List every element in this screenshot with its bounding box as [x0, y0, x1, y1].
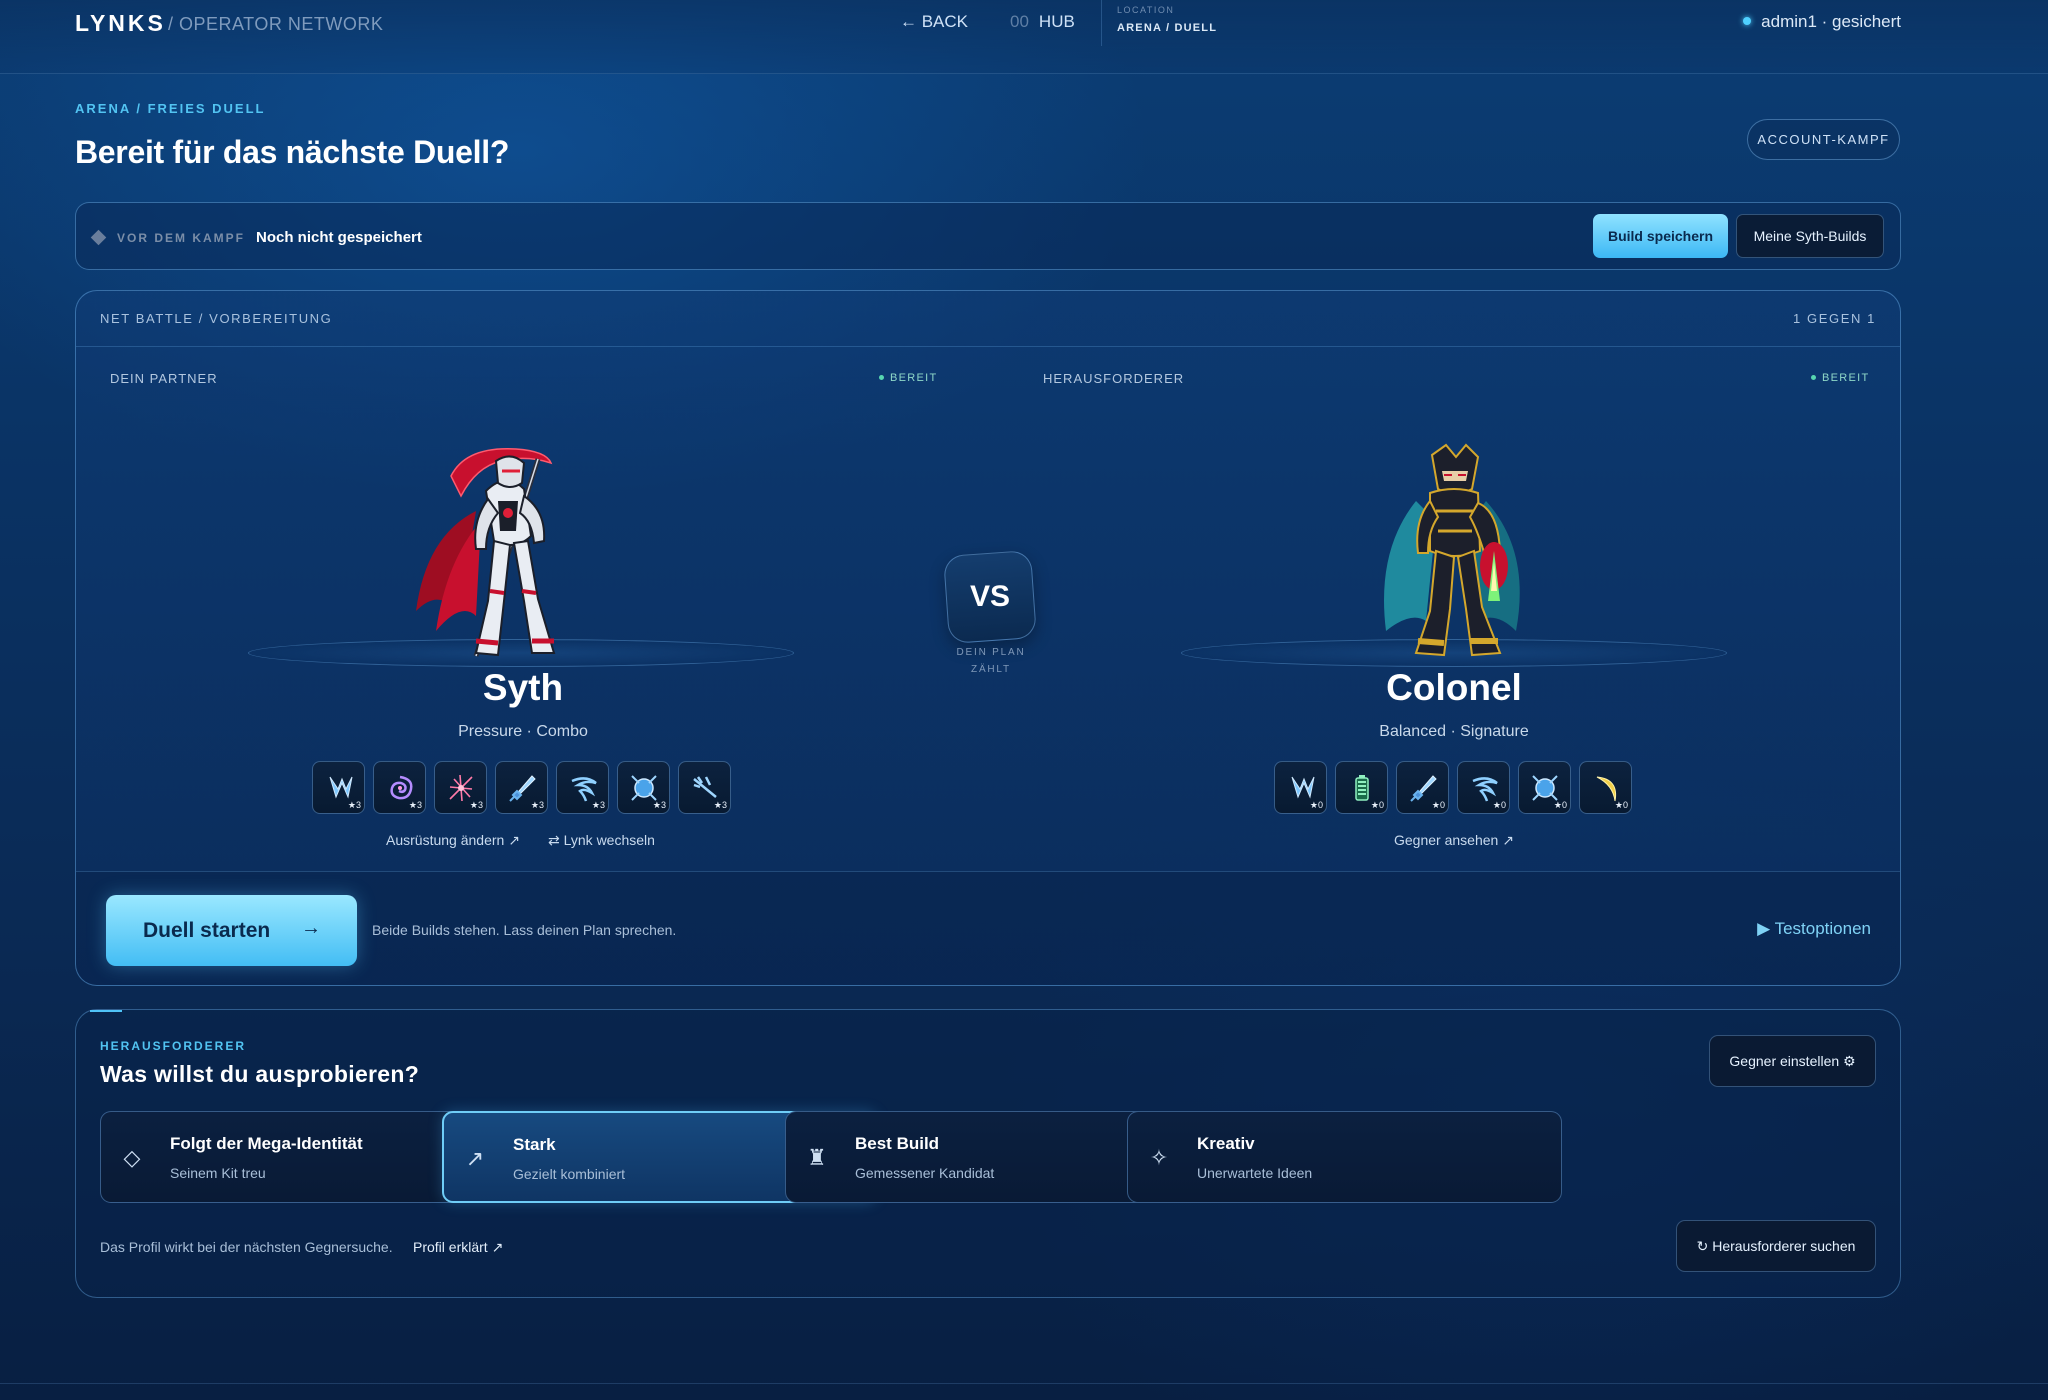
chip-star-level: ★3 [530, 800, 544, 810]
account-battle-button[interactable]: ACCOUNT-KAMPF [1747, 119, 1900, 160]
profile-hint: Das Profil wirkt bei der nächsten Gegner… [100, 1239, 393, 1255]
save-build-button[interactable]: Build speichern [1593, 214, 1728, 258]
challenger-chip[interactable]: ★0 [1274, 761, 1327, 814]
brand-logo[interactable]: LYNKS [75, 10, 166, 37]
profile-option-subtitle: Unerwartete Ideen [1197, 1165, 1313, 1181]
switch-lynk-link[interactable]: ⇄ Lynk wechseln [548, 832, 655, 849]
partner-name: Syth [482, 667, 564, 708]
panel-accent [90, 1010, 122, 1012]
vs-badge: VS [943, 550, 1037, 644]
online-dot-icon [1743, 16, 1752, 25]
chip-star-level: ★0 [1309, 800, 1323, 810]
breadcrumb: ARENA / FREIES DUELL [75, 101, 266, 116]
battle-panel: NET BATTLE / VORBEREITUNG 1 GEGEN 1 DEIN… [75, 290, 1901, 986]
arrow-right-icon: → [301, 917, 321, 939]
challenger-chip-list: ★0 ★0 ★0 ★0 ★0 ★0 [1274, 761, 1632, 814]
challenger-name: Colonel [1386, 667, 1522, 708]
pre-battle-label: VOR DEM KAMPF [117, 231, 245, 245]
start-duel-button[interactable]: Duell starten → [106, 895, 357, 966]
save-status: Noch nicht gespeichert [256, 229, 422, 246]
page-title: Bereit für das nächste Duell? [75, 134, 510, 170]
chip-star-level: ★0 [1553, 800, 1567, 810]
challenger-section-title: Was willst du ausprobieren? [100, 1061, 420, 1087]
partner-chip[interactable]: ★3 [617, 761, 670, 814]
challenger-chip[interactable]: ★0 [1457, 761, 1510, 814]
location-label: LOCATION [1117, 5, 1175, 15]
partner-chip[interactable]: ★3 [495, 761, 548, 814]
user-label: admin1 · gesichert [1761, 12, 1901, 31]
colonel-character-art[interactable] [1366, 441, 1546, 666]
chip-star-level: ★3 [713, 800, 727, 810]
vs-caption: DEIN PLAN ZÄHLT [956, 647, 1026, 675]
location-value: ARENA / DUELL [1117, 22, 1218, 34]
search-challenger-button[interactable]: ↻ Herausforderer suchen [1676, 1220, 1876, 1272]
partner-chip[interactable]: ★3 [556, 761, 609, 814]
brand-subtitle: / OPERATOR NETWORK [168, 14, 384, 34]
profile-option-subtitle: Seinem Kit treu [170, 1165, 266, 1181]
pre-battle-bar: VOR DEM KAMPF Noch nicht gespeichert Bui… [75, 202, 1901, 270]
hub-label: HUB [1038, 12, 1075, 31]
diamond-icon: ◇ [123, 1145, 141, 1170]
top-bar: LYNKS / OPERATOR NETWORK ← BACK 00 HUB LO… [0, 0, 2048, 74]
opponent-settings-button[interactable]: Gegner einstellen ⚙ [1709, 1035, 1876, 1087]
partner-ready-badge: BEREIT [879, 372, 938, 384]
challenger-chip[interactable]: ★0 [1518, 761, 1571, 814]
start-duel-label: Duell starten [143, 918, 271, 942]
syth-character-art[interactable] [406, 441, 606, 666]
change-equipment-link[interactable]: Ausrüstung ändern ↗ [386, 832, 520, 849]
challenger-section-label: HERAUSFORDERER [100, 1039, 247, 1053]
chip-star-level: ★0 [1614, 800, 1628, 810]
duel-hint: Beide Builds stehen. Lass deinen Plan sp… [372, 922, 677, 938]
my-builds-button[interactable]: Meine Syth-Builds [1736, 214, 1884, 258]
partner-chip[interactable]: ★3 [678, 761, 731, 814]
user-status[interactable]: admin1 · gesichert [1743, 12, 1901, 32]
page-bottom-divider [0, 1383, 2048, 1384]
profile-option-title: Folgt der Mega-Identität [170, 1134, 363, 1153]
profile-option-card[interactable]: ✧ Kreativ Unerwartete Ideen [1127, 1111, 1562, 1203]
partner-chip[interactable]: ★3 [312, 761, 365, 814]
challenger-panel: HERAUSFORDERER Was willst du ausprobiere… [75, 1009, 1901, 1298]
chip-star-level: ★3 [652, 800, 666, 810]
chip-star-level: ★3 [469, 800, 483, 810]
sparkle-icon: ✧ [1149, 1145, 1169, 1170]
challenger-chip[interactable]: ★0 [1335, 761, 1388, 814]
profile-option-title: Best Build [855, 1134, 940, 1153]
partner-chip[interactable]: ★3 [434, 761, 487, 814]
battle-mode: 1 GEGEN 1 [1792, 311, 1876, 326]
rook-icon: ♜ [807, 1145, 827, 1170]
challenger-label: HERAUSFORDERER [1043, 371, 1185, 386]
battle-panel-title: NET BATTLE / VORBEREITUNG [100, 311, 333, 326]
battle-footer: Duell starten → Beide Builds stehen. Las… [76, 871, 1900, 985]
challenger-ready-badge: BEREIT [1811, 372, 1870, 384]
chip-star-level: ★3 [408, 800, 422, 810]
challenger-tags: Balanced · Signature [1379, 723, 1529, 740]
chip-star-level: ★0 [1492, 800, 1506, 810]
arrow-up-right-icon: ↗ [465, 1146, 485, 1171]
profile-option-title: Kreativ [1197, 1134, 1255, 1153]
back-link[interactable]: ← BACK [900, 12, 968, 32]
diamond-icon [90, 229, 107, 246]
partner-chip[interactable]: ★3 [373, 761, 426, 814]
partner-chip-list: ★3 ★3 ★3 ★3 ★3 ★3 ★3 [312, 761, 731, 814]
profile-option-subtitle: Gezielt kombiniert [513, 1166, 626, 1182]
profile-explained-link[interactable]: Profil erklärt ↗ [413, 1239, 503, 1256]
battle-panel-header: NET BATTLE / VORBEREITUNG 1 GEGEN 1 [76, 291, 1900, 347]
challenger-chip[interactable]: ★0 [1396, 761, 1449, 814]
hub-link[interactable]: 00 HUB [1010, 12, 1075, 32]
location-divider [1101, 0, 1102, 46]
chip-star-level: ★0 [1370, 800, 1384, 810]
partner-tags: Pressure · Combo [458, 723, 588, 740]
hub-number: 00 [1010, 12, 1029, 31]
profile-option-subtitle: Gemessener Kandidat [855, 1165, 995, 1181]
challenger-chip[interactable]: ★0 [1579, 761, 1632, 814]
view-opponent-link[interactable]: Gegner ansehen ↗ [1394, 832, 1514, 849]
chip-star-level: ★3 [347, 800, 361, 810]
profile-option-title: Stark [513, 1135, 556, 1154]
vs-label: VS [969, 580, 1011, 613]
test-options-toggle[interactable]: ▶ Testoptionen [1757, 919, 1871, 939]
partner-label: DEIN PARTNER [110, 371, 218, 386]
chip-star-level: ★3 [591, 800, 605, 810]
chip-star-level: ★0 [1431, 800, 1445, 810]
